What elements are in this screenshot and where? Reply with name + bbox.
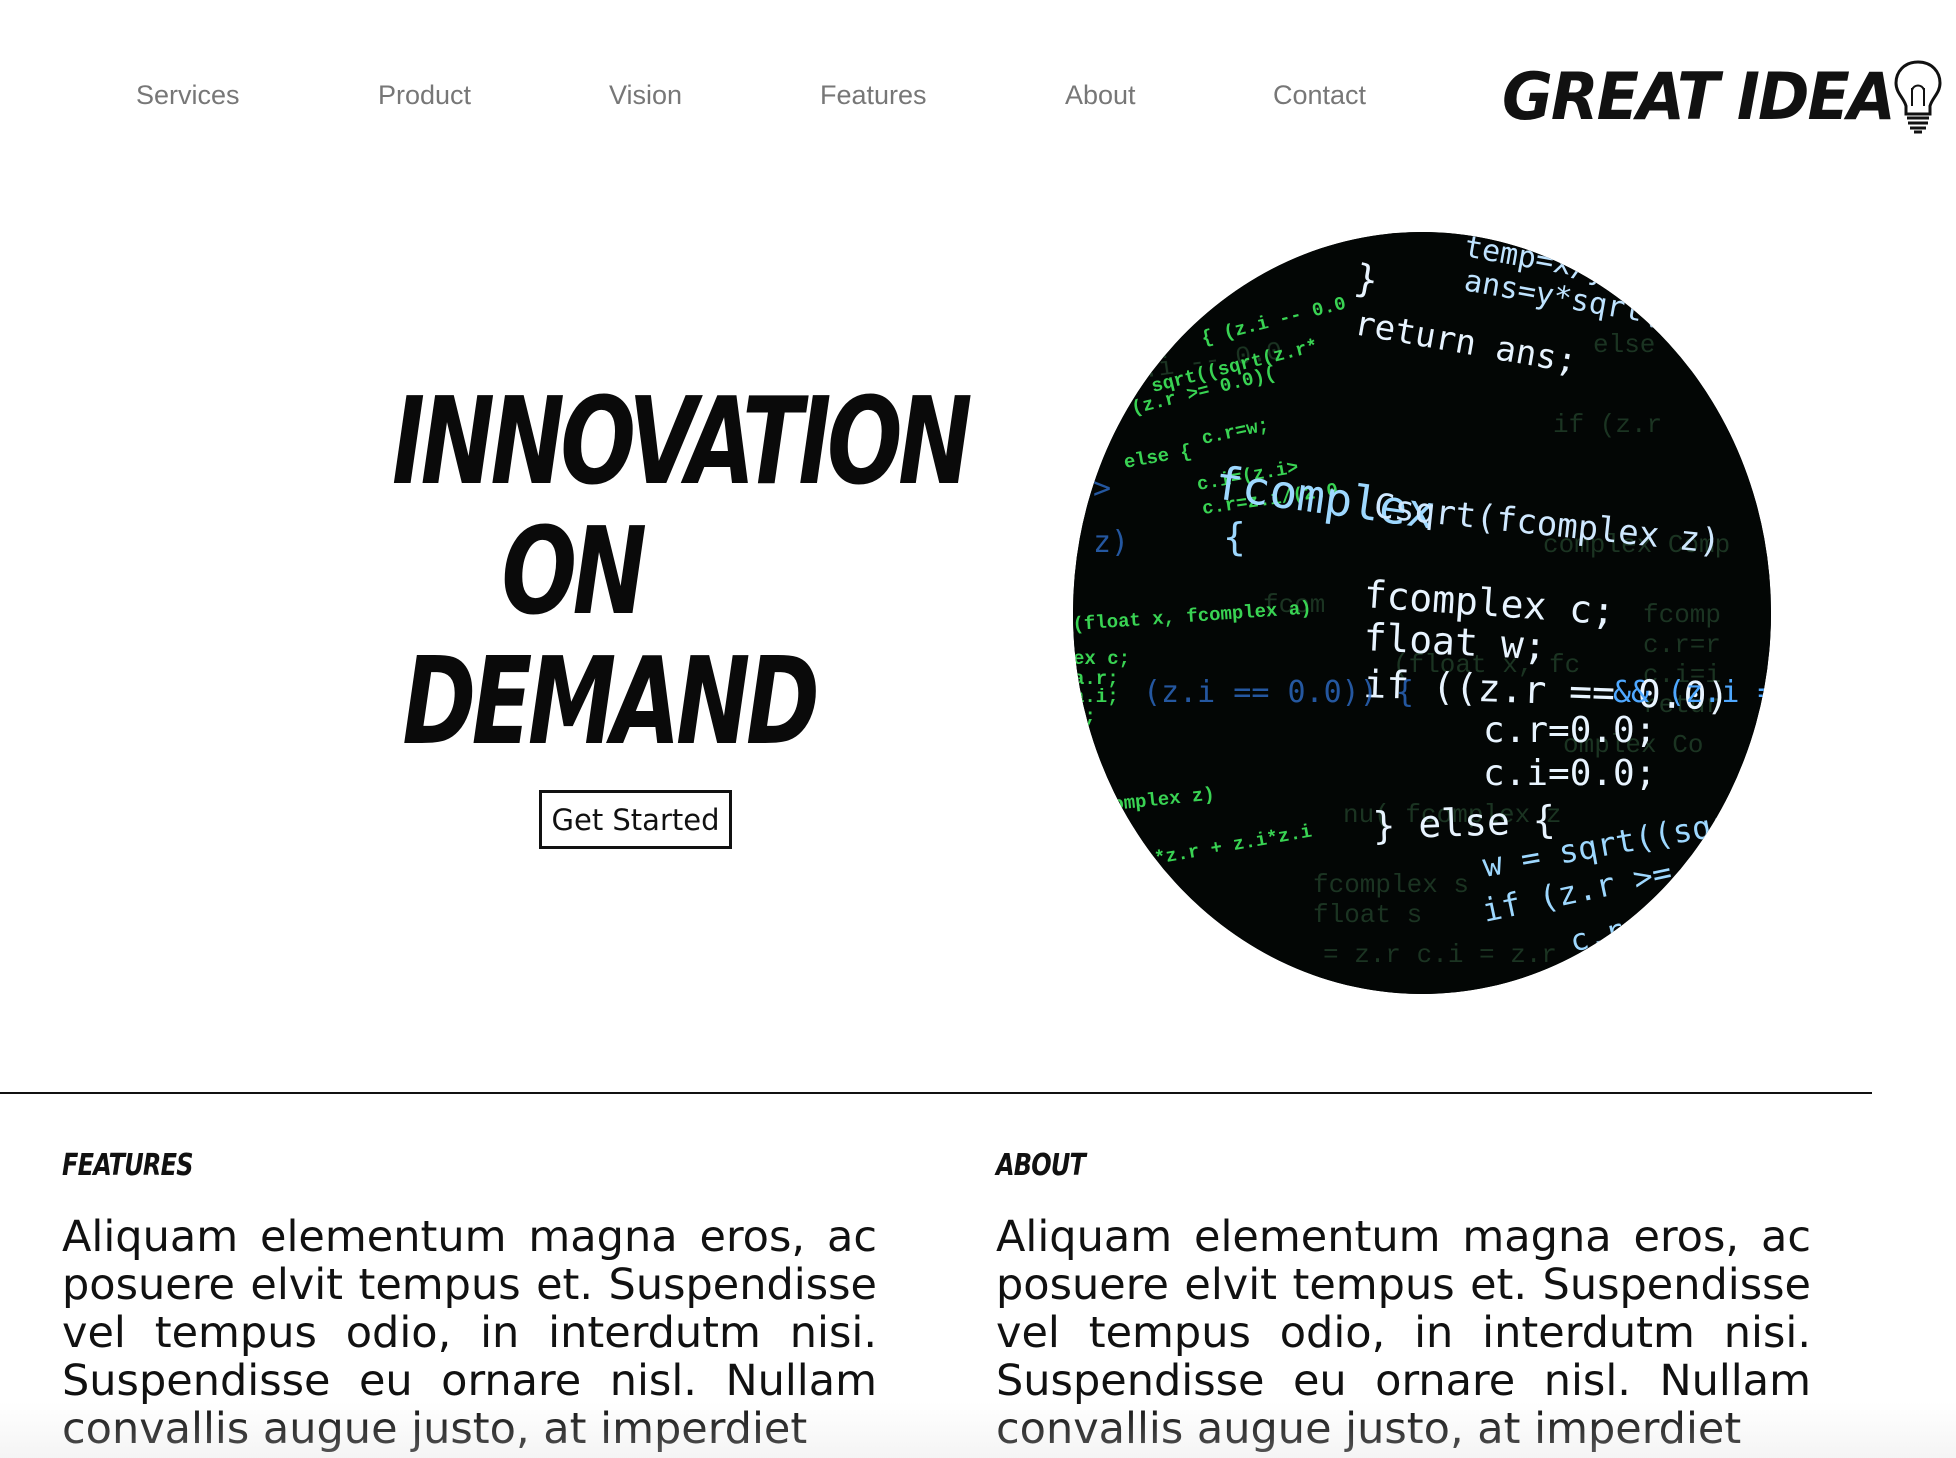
about-heading: ABOUT [996, 1148, 1086, 1183]
brand-logo-text: GREAT IDEA [1502, 57, 1896, 135]
nav-link-services[interactable]: Services [136, 80, 240, 111]
nav-link-product[interactable]: Product [378, 80, 471, 111]
svg-text:else c: else c [1593, 330, 1687, 360]
code-screen-image: (z.i -- 0.0 complex Comp fcom fcomp c.r=… [1073, 232, 1771, 994]
svg-text:a.i;: a.i; [1073, 686, 1119, 708]
svg-text:c;: c; [1073, 706, 1096, 728]
svg-text:(z.i == 0.0)) {: (z.i == 0.0)) { [1143, 675, 1414, 710]
nav-link-contact[interactable]: Contact [1273, 80, 1366, 111]
svg-text:c.r=0.0;: c.r=0.0; [1483, 710, 1656, 751]
hero-title-line-3: DEMAND [402, 633, 819, 772]
svg-text:float s: float s [1313, 900, 1422, 930]
lightbulb-icon [1894, 60, 1942, 134]
features-heading: FEATURES [62, 1148, 193, 1183]
svg-text:c.i=0.0;: c.i=0.0; [1483, 753, 1656, 794]
svg-text:&& (z.i == 0.0)) {: && (z.i == 0.0)) { [1613, 675, 1771, 710]
about-body: Aliquam elementum magna eros, ac posuere… [996, 1212, 1811, 1454]
svg-text:c.r=r: c.r=r [1643, 630, 1721, 660]
svg-text:{: { [1223, 515, 1246, 559]
nav-link-vision[interactable]: Vision [609, 80, 682, 111]
hero-title-line-2: ON [501, 503, 647, 642]
features-body: Aliquam elementum magna eros, ac posuere… [62, 1212, 877, 1454]
hero-title: INNOVATION ON DEMAND [392, 373, 972, 772]
svg-text:if (z.r: if (z.r [1553, 410, 1662, 440]
hero-title-line-1: INNOVATION [392, 373, 972, 512]
brand-logo[interactable]: GREAT IDEA [1502, 56, 1946, 136]
svg-text:fcomplex s: fcomplex s [1313, 870, 1469, 900]
features-section: FEATURES Aliquam elementum magna eros, a… [62, 1148, 877, 1453]
svg-text:fcomp: fcomp [1643, 600, 1721, 630]
svg-text:>: > [1093, 471, 1111, 506]
top-nav: Services Product Vision Features About C… [0, 0, 1956, 190]
svg-text:= z.r c.i = z.r: = z.r c.i = z.r [1323, 940, 1557, 970]
nav-link-features[interactable]: Features [820, 80, 927, 111]
nav-link-about[interactable]: About [1065, 80, 1136, 111]
get-started-button[interactable]: Get Started [539, 790, 732, 849]
section-divider [0, 1092, 1872, 1094]
svg-text:ex c;: ex c; [1073, 648, 1130, 670]
svg-text:z): z) [1093, 525, 1129, 560]
about-section: ABOUT Aliquam elementum magna eros, ac p… [996, 1148, 1811, 1453]
